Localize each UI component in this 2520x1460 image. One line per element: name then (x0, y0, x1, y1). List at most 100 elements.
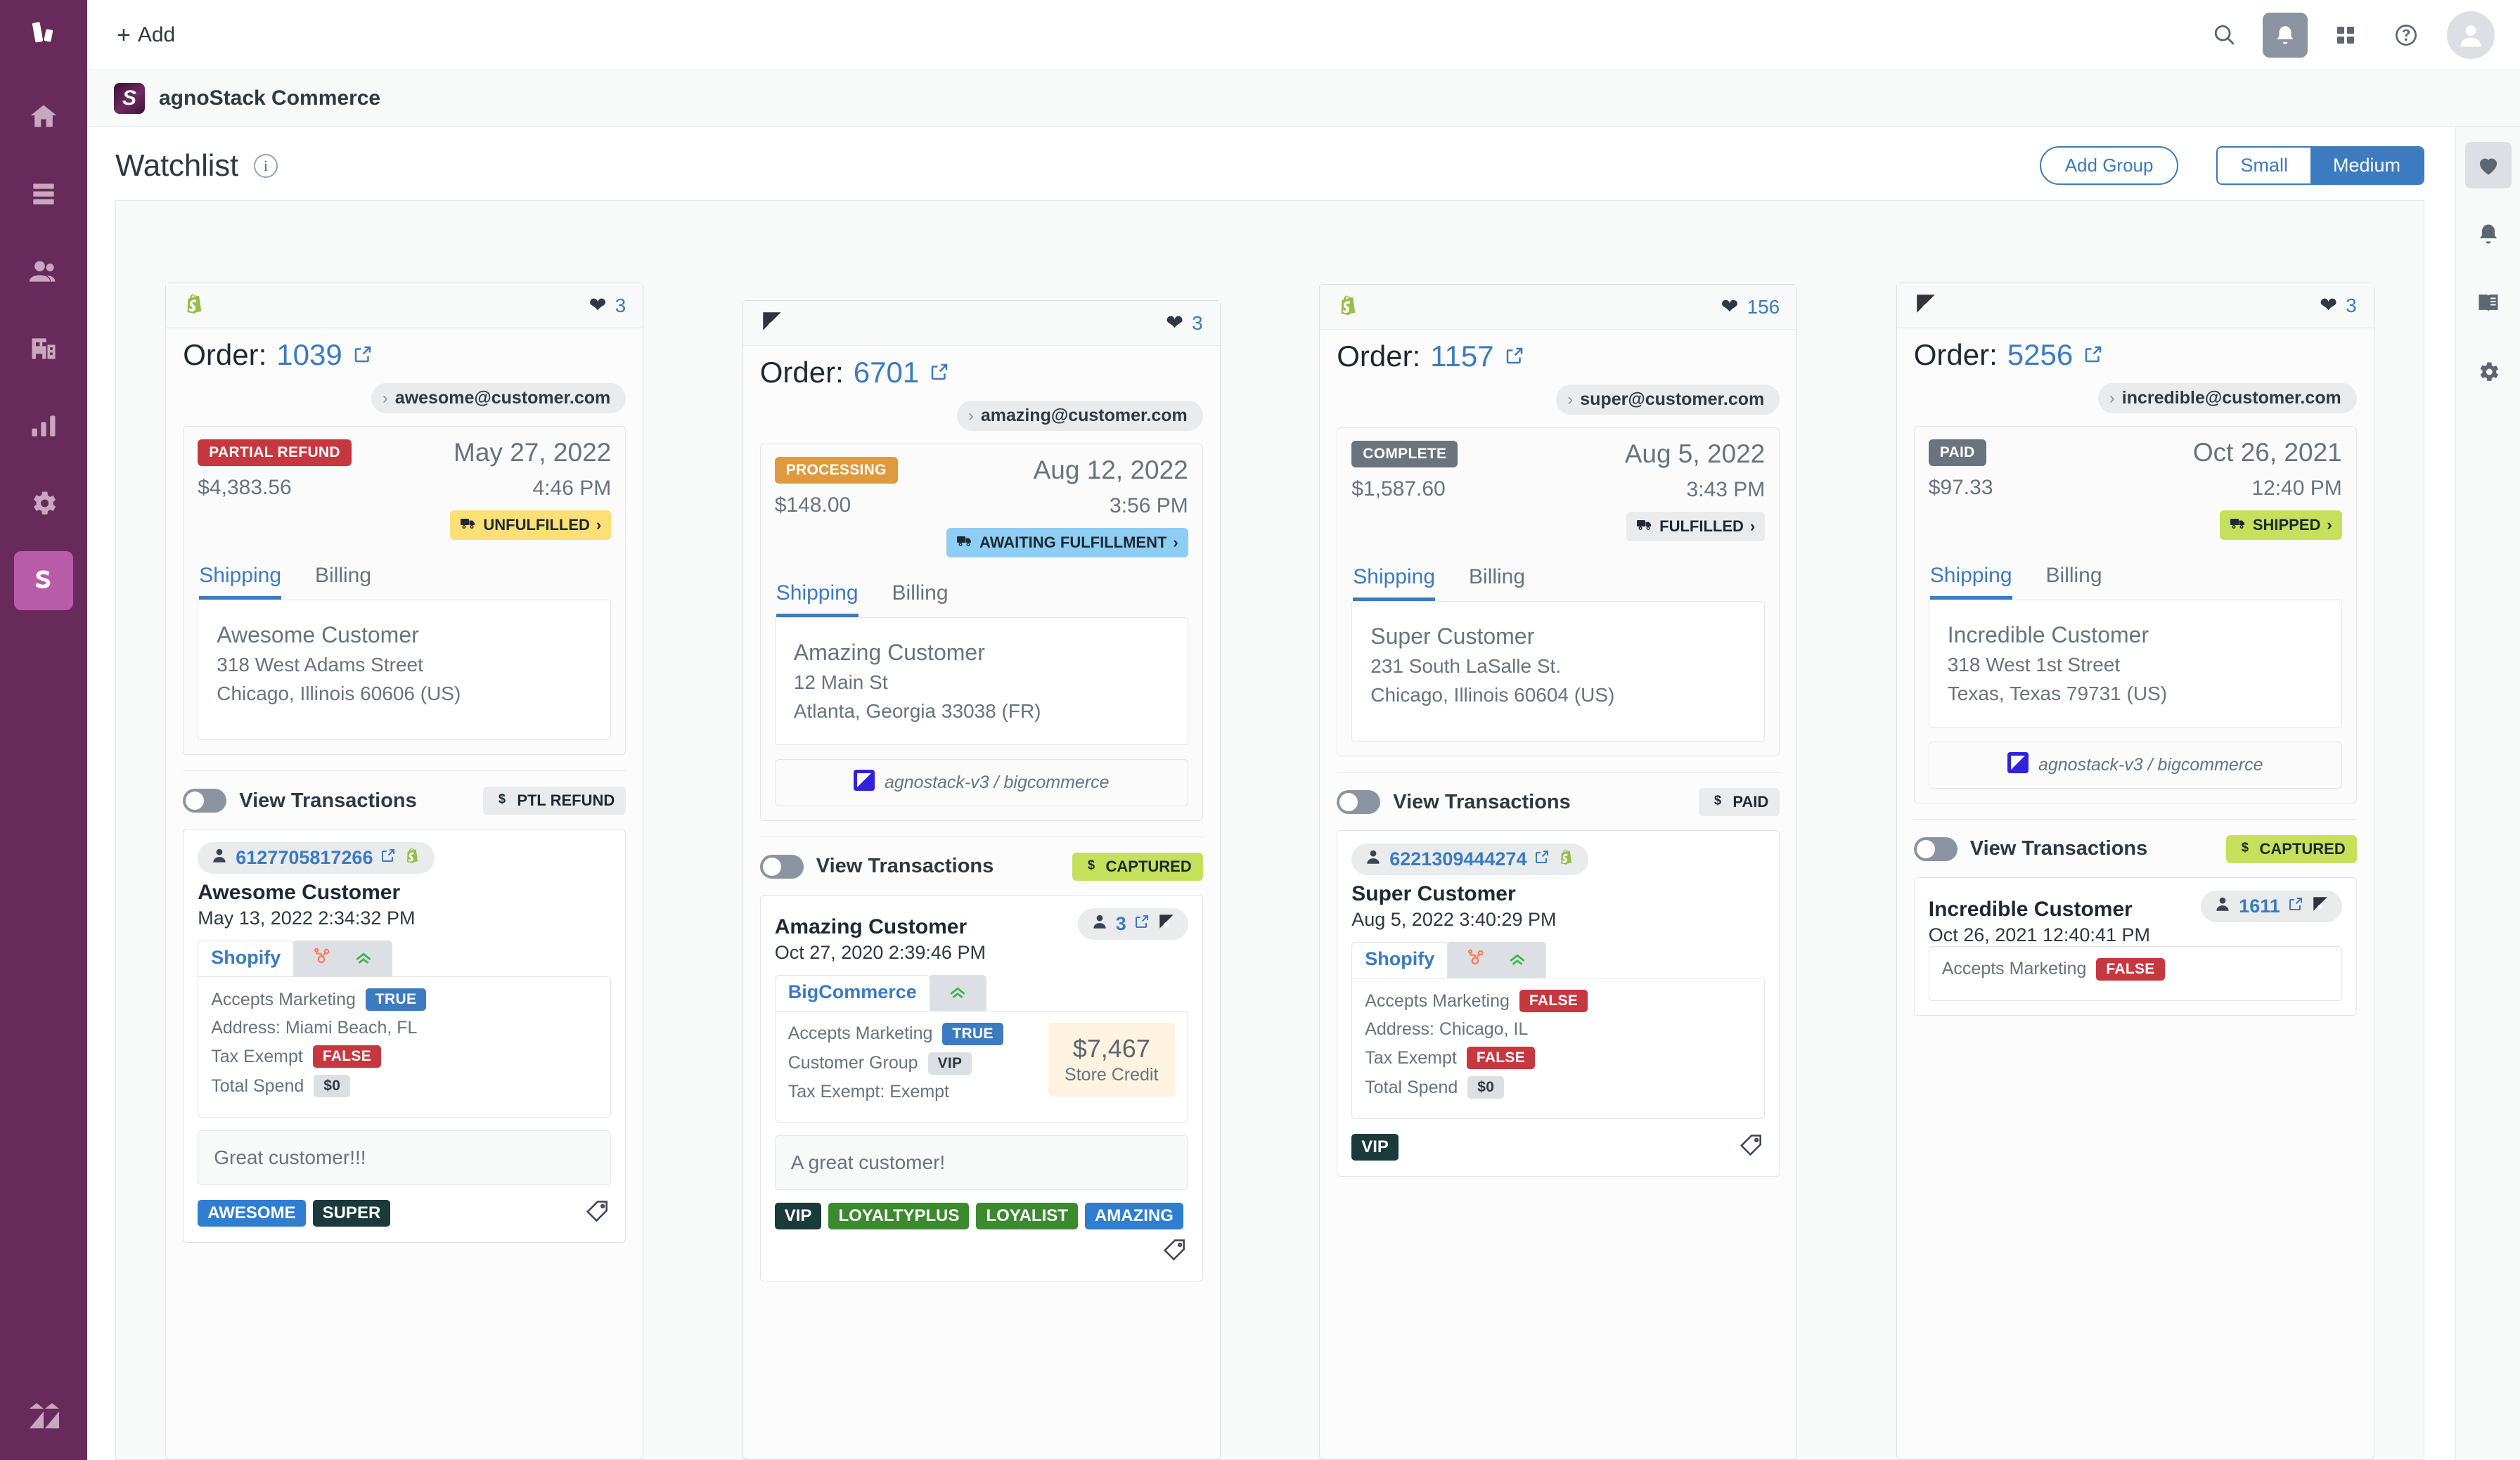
mailchimp-freddie-icon[interactable] (353, 946, 374, 971)
source-tab-icons[interactable] (928, 974, 986, 1011)
watch-count[interactable]: ❤ 156 (1721, 296, 1780, 318)
tag-icon[interactable] (1162, 1236, 1188, 1267)
apps-grid-icon[interactable] (2323, 13, 2368, 58)
customer-email-pill[interactable]: › awesome@customer.com (371, 383, 626, 414)
address-tabs[interactable]: Shipping Billing (775, 576, 1188, 618)
customer-tag[interactable]: LOYALIST (976, 1202, 1078, 1229)
source-tab-icons[interactable] (292, 941, 393, 977)
source-tab-icons[interactable] (1446, 942, 1547, 978)
add-group-button[interactable]: Add Group (2039, 146, 2179, 186)
order-number[interactable]: 1039 (276, 338, 342, 372)
help-icon[interactable] (2384, 13, 2429, 58)
source-tab-selected[interactable]: BigCommerce (774, 974, 930, 1011)
heart-icon[interactable]: ❤ (2320, 295, 2337, 316)
rail-item-settings[interactable] (2465, 349, 2512, 395)
external-link-icon[interactable] (1504, 340, 1525, 373)
search-icon[interactable] (2202, 13, 2247, 58)
customer-note[interactable]: Great customer!!! (198, 1130, 612, 1186)
external-link-icon[interactable] (1534, 848, 1550, 870)
size-option-small[interactable]: Small (2218, 148, 2310, 184)
view-transactions-toggle[interactable] (183, 789, 227, 813)
info-icon[interactable]: i (254, 153, 278, 178)
source-tab-selected[interactable]: Shopify (1351, 942, 1448, 978)
size-option-medium[interactable]: Medium (2310, 148, 2423, 184)
payment-status-badge[interactable]: $ PAID (1699, 788, 1780, 817)
customer-source-tabs[interactable]: Shopify (198, 941, 611, 977)
address-tabs[interactable]: Shipping Billing (1929, 558, 2342, 600)
order-card[interactable]: B ❤ 3 Order: 6701 › amazing@customer.com PROCES… (742, 300, 1221, 1459)
customer-tag[interactable]: VIP (1351, 1133, 1399, 1161)
order-card[interactable]: ❤ 3 Order: 1039 › awesome@customer.com PARTIAL… (165, 283, 644, 1459)
sidebar-item-agnostack[interactable] (14, 551, 73, 610)
customer-source-tabs[interactable]: BigCommerce (774, 974, 1188, 1011)
customer-email-pill[interactable]: › incredible@customer.com (2097, 383, 2357, 414)
payment-status-badge[interactable]: $ PTL REFUND (483, 787, 626, 815)
source-tab-selected[interactable]: Shopify (198, 941, 295, 977)
customer-id[interactable]: 1611 (2239, 896, 2280, 917)
order-card[interactable]: B ❤ 3 Order: 5256 › incredible@customer.com PAI… (1896, 283, 2374, 1459)
customer-id[interactable]: 3 (1116, 913, 1126, 935)
order-number[interactable]: 5256 (2007, 338, 2073, 372)
add-button[interactable]: + Add (108, 18, 184, 53)
external-link-icon[interactable] (929, 356, 950, 389)
address-tabs[interactable]: Shipping Billing (1351, 560, 1765, 602)
fulfillment-badge[interactable]: FULFILLED › (1626, 512, 1766, 542)
rail-item-watchlist[interactable] (2464, 142, 2512, 188)
customer-email-pill[interactable]: › amazing@customer.com (956, 401, 1203, 432)
mailchimp-freddie-icon[interactable] (1507, 948, 1528, 972)
external-link-icon[interactable] (380, 847, 397, 869)
customer-id-pill[interactable]: 6127705817266 (198, 842, 435, 874)
watch-count[interactable]: ❤ 3 (589, 295, 626, 317)
mailchimp-freddie-icon[interactable] (947, 981, 968, 1005)
avatar[interactable] (2447, 11, 2495, 59)
card-size-toggle[interactable]: Small Medium (2216, 146, 2424, 186)
payment-status-badge[interactable]: $ CAPTURED (2225, 834, 2357, 863)
external-link-icon[interactable] (1133, 913, 1150, 935)
rail-item-knowledge[interactable] (2465, 280, 2512, 326)
sidebar-item-reporting[interactable] (14, 396, 73, 456)
sidebar-item-admin[interactable] (14, 474, 73, 533)
customer-id-pill[interactable]: 6221309444274 (1351, 844, 1589, 876)
external-link-icon[interactable] (2287, 896, 2304, 917)
fulfillment-badge[interactable]: UNFULFILLED › (450, 510, 612, 541)
watch-count[interactable]: ❤ 3 (1166, 312, 1203, 335)
sidebar-item-customers[interactable] (14, 242, 73, 301)
customer-id-pill[interactable]: 3B (1077, 907, 1188, 940)
view-transactions-toggle[interactable] (1913, 836, 1958, 861)
order-number[interactable]: 1157 (1430, 340, 1493, 373)
tab-shipping[interactable]: Shipping (1929, 558, 2012, 600)
watch-count[interactable]: ❤ 3 (2320, 295, 2357, 317)
customer-note[interactable]: A great customer! (774, 1135, 1188, 1190)
tab-shipping[interactable]: Shipping (199, 558, 282, 600)
address-tabs[interactable]: Shipping Billing (198, 558, 611, 600)
tab-shipping[interactable]: Shipping (776, 576, 859, 618)
sidebar-item-views[interactable] (14, 164, 73, 224)
tag-icon[interactable] (1738, 1132, 1765, 1162)
customer-tag[interactable]: LOYALTYPLUS (828, 1202, 970, 1229)
view-transactions-toggle[interactable] (759, 854, 804, 879)
bell-icon[interactable] (2263, 12, 2308, 58)
tab-shipping[interactable]: Shipping (1353, 560, 1436, 602)
tag-icon[interactable] (584, 1198, 611, 1228)
customer-tag[interactable]: VIP (774, 1202, 822, 1229)
payment-status-badge[interactable]: $ CAPTURED (1072, 852, 1203, 881)
tab-billing[interactable]: Billing (892, 576, 949, 617)
fulfillment-badge[interactable]: SHIPPED › (2219, 510, 2342, 541)
heart-icon[interactable]: ❤ (1166, 312, 1183, 334)
tab-billing[interactable]: Billing (315, 558, 371, 600)
view-transactions-toggle[interactable] (1337, 790, 1381, 815)
customer-tag[interactable]: AWESOME (198, 1199, 306, 1227)
sidebar-item-home[interactable] (14, 87, 73, 146)
sidebar-item-organizations[interactable] (14, 319, 73, 378)
order-card[interactable]: ❤ 156 Order: 1157 › super@customer.com COMPLET… (1319, 284, 1798, 1459)
customer-id-pill[interactable]: 1611 B (2201, 890, 2342, 922)
customer-id[interactable]: 6221309444274 (1389, 848, 1526, 870)
fulfillment-badge[interactable]: AWAITING FULFILLMENT › (946, 528, 1188, 558)
tab-billing[interactable]: Billing (2046, 558, 2102, 600)
order-number[interactable]: 6701 (854, 356, 919, 389)
rail-item-notifications[interactable] (2465, 211, 2512, 257)
customer-id[interactable]: 6127705817266 (236, 847, 373, 869)
heart-icon[interactable]: ❤ (589, 295, 607, 316)
tab-billing[interactable]: Billing (1469, 560, 1525, 601)
heart-icon[interactable]: ❤ (1721, 296, 1738, 318)
